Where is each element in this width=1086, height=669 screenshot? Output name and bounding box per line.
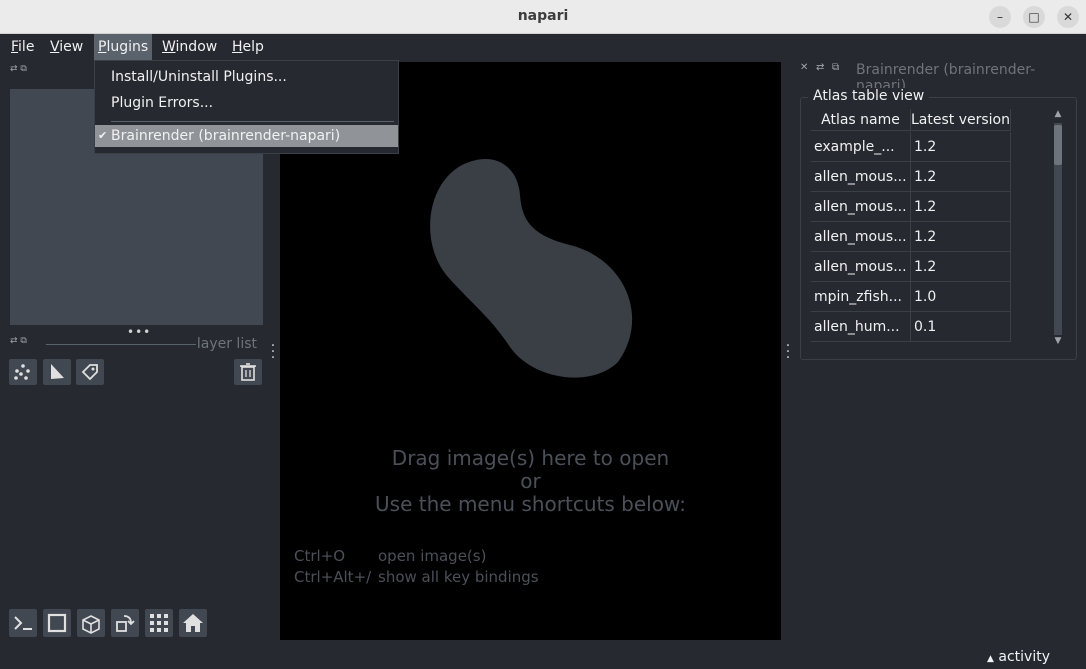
- roll-dims-button[interactable]: [77, 609, 105, 637]
- console-button[interactable]: [9, 609, 37, 637]
- close-button[interactable]: ✕: [1057, 6, 1079, 28]
- dock-float-icon[interactable]: ⇄ ⧉: [10, 336, 27, 346]
- table-cell[interactable]: allen_mous...: [811, 162, 911, 192]
- caret-up-icon: ▲: [987, 654, 994, 664]
- minimize-button[interactable]: –: [989, 6, 1011, 28]
- menubar: File View Plugins Window Help: [0, 34, 1086, 60]
- new-points-layer-button[interactable]: [9, 359, 37, 385]
- delete-layer-button[interactable]: [234, 359, 262, 385]
- menu-item-brainrender[interactable]: ✔ Brainrender (brainrender-napari): [95, 125, 398, 147]
- shortcut-key: Ctrl+O: [294, 547, 346, 565]
- title-bar: napari – □ ✕: [0, 0, 1086, 34]
- welcome-line-1: Drag image(s) here to open: [391, 446, 670, 470]
- dock-resize-handle[interactable]: · · ·: [270, 339, 276, 365]
- checkmark-icon: ✔: [98, 129, 108, 142]
- scroll-down-icon[interactable]: ▼: [1053, 336, 1063, 346]
- table-cell[interactable]: 1.2: [911, 222, 1011, 252]
- dock-float-icon[interactable]: ⇄: [816, 62, 824, 73]
- square-icon: [47, 613, 67, 633]
- window-title: napari: [517, 8, 569, 24]
- menu-view[interactable]: View: [46, 34, 87, 60]
- transpose-icon: [116, 615, 135, 632]
- menu-item-brainrender-label: Brainrender (brainrender-napari): [111, 128, 341, 144]
- scroll-up-icon[interactable]: ▲: [1053, 109, 1063, 119]
- table-cell[interactable]: allen_hum...: [811, 312, 911, 342]
- new-shapes-layer-button[interactable]: [43, 359, 71, 385]
- trash-icon: [240, 363, 256, 381]
- activity-toggle[interactable]: ▲ activity: [987, 649, 1050, 665]
- table-cell[interactable]: 1.2: [911, 162, 1011, 192]
- new-labels-layer-button[interactable]: [76, 359, 104, 385]
- table-cell[interactable]: 1.2: [911, 252, 1011, 282]
- welcome-line-2: or: [520, 469, 541, 493]
- shortcut-desc: open image(s): [378, 547, 487, 565]
- divider: [46, 344, 196, 345]
- atlas-table[interactable]: Atlas name Latest version example_... 1.…: [811, 109, 1049, 344]
- dock-undock-icon[interactable]: ⧉: [832, 62, 839, 73]
- layer-list-header: ⇄ ⧉ layer list: [10, 336, 265, 354]
- menu-help[interactable]: Help: [228, 34, 268, 60]
- maximize-button[interactable]: □: [1023, 6, 1045, 28]
- column-header-atlas-name[interactable]: Atlas name: [811, 109, 911, 131]
- table-cell[interactable]: allen_mous...: [811, 192, 911, 222]
- menu-item-plugin-errors[interactable]: Plugin Errors...: [95, 92, 398, 114]
- column-header-latest-version[interactable]: Latest version: [911, 109, 1011, 131]
- table-cell[interactable]: 0.1: [911, 312, 1011, 342]
- plugins-dropdown: Install/Uninstall Plugins... Plugin Erro…: [94, 60, 399, 154]
- label-tag-icon: [81, 364, 98, 381]
- layer-list-label: layer list: [196, 336, 257, 352]
- menu-plugins[interactable]: Plugins: [94, 34, 153, 60]
- napari-logo-icon: [430, 158, 633, 378]
- cube-icon: [82, 615, 100, 634]
- table-cell[interactable]: allen_mous...: [811, 252, 911, 282]
- grid-view-button[interactable]: [145, 609, 173, 637]
- menu-file[interactable]: File: [7, 34, 38, 60]
- shortcut-desc: show all key bindings: [378, 568, 539, 586]
- table-scrollbar[interactable]: ▲ ▼: [1051, 109, 1065, 349]
- welcome-line-3: Use the menu shortcuts below:: [375, 492, 686, 516]
- table-cell[interactable]: allen_mous...: [811, 222, 911, 252]
- plugin-dock-header: ✕ ⇄ ⧉ Brainrender (brainrender-napari): [800, 62, 1080, 94]
- grid-icon: [150, 614, 168, 632]
- reset-view-button[interactable]: [179, 609, 207, 637]
- scroll-thumb[interactable]: [1054, 125, 1062, 165]
- table-cell[interactable]: 1.0: [911, 282, 1011, 312]
- menu-item-install-plugins[interactable]: Install/Uninstall Plugins...: [95, 66, 398, 88]
- table-cell[interactable]: 1.2: [911, 192, 1011, 222]
- shapes-icon: [51, 364, 64, 379]
- home-icon: [183, 614, 203, 632]
- terminal-icon: [14, 616, 32, 630]
- shortcut-key: Ctrl+Alt+/: [294, 568, 372, 586]
- toggle-ndisplay-button[interactable]: [43, 609, 71, 637]
- activity-label: activity: [998, 649, 1050, 665]
- menu-separator: [111, 121, 394, 122]
- dock-float-icon[interactable]: ⇄ ⧉: [10, 64, 27, 74]
- dock-resize-handle[interactable]: · · ·: [785, 339, 791, 365]
- menu-window[interactable]: Window: [158, 34, 221, 60]
- transpose-button[interactable]: [111, 609, 139, 637]
- table-cell[interactable]: example_...: [811, 132, 911, 162]
- close-icon[interactable]: ✕: [800, 62, 808, 73]
- table-cell[interactable]: mpin_zfish...: [811, 282, 911, 312]
- table-cell[interactable]: 1.2: [911, 132, 1011, 162]
- points-icon: [14, 364, 30, 380]
- atlas-groupbox-title: Atlas table view: [808, 88, 930, 104]
